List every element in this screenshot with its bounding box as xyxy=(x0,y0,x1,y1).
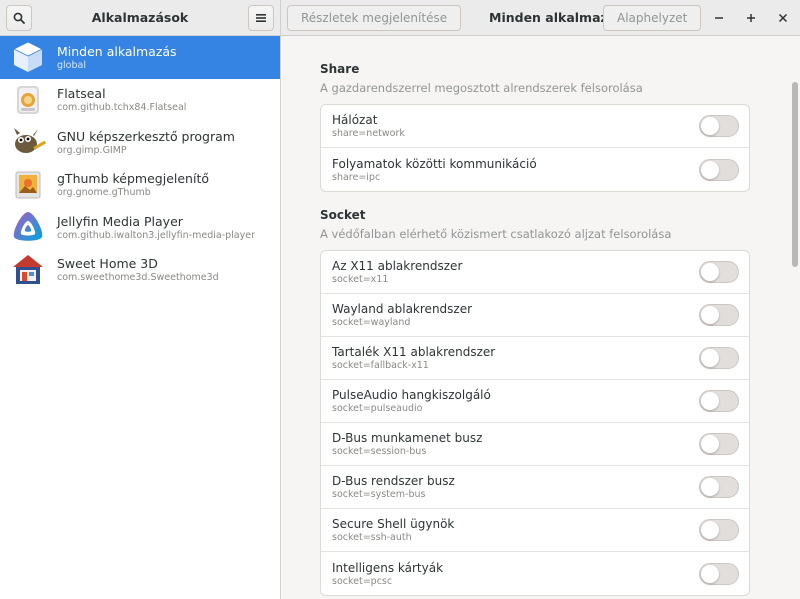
vertical-scrollbar[interactable] xyxy=(792,82,798,267)
sidebar-item-label: Sweet Home 3D xyxy=(57,256,158,272)
permission-title: Folyamatok közötti kommunikáció xyxy=(332,156,537,171)
wayland-toggle[interactable] xyxy=(699,304,739,326)
sidebar-item-id: com.sweethome3d.Sweethome3d xyxy=(57,272,219,284)
reset-button[interactable]: Alaphelyzet xyxy=(603,4,702,31)
ssh-auth-toggle[interactable] xyxy=(699,519,739,541)
ipc-toggle[interactable] xyxy=(699,158,739,181)
permission-key: socket=system-bus xyxy=(332,489,426,500)
gimp-icon xyxy=(8,123,48,161)
x11-toggle[interactable] xyxy=(699,261,739,283)
section-socket: Socket A védőfalban elérhető közismert c… xyxy=(320,208,750,596)
maximize-icon xyxy=(747,13,755,22)
permission-title: Az X11 ablakrendszer xyxy=(332,259,463,273)
close-icon xyxy=(778,13,788,22)
permission-key: socket=ssh-auth xyxy=(332,532,412,543)
section-description: A védőfalban elérhető közismert csatlako… xyxy=(320,227,672,241)
permission-key: socket=pcsc xyxy=(332,575,393,587)
sidebar-item-all-apps[interactable]: Minden alkalmazás global xyxy=(0,36,280,79)
sidebar-item-flatseal[interactable]: Flatseal com.github.tchx84.Flatseal xyxy=(0,79,280,122)
sidebar-item-gthumb[interactable]: gThumb képmegjelenítő org.gnome.gThumb xyxy=(0,164,280,207)
sidebar-header: Alkalmazások xyxy=(0,0,281,36)
permission-key: socket=fallback-x11 xyxy=(332,360,429,371)
hamburger-menu-icon xyxy=(255,13,266,22)
sidebar-title: Alkalmazások xyxy=(91,10,189,25)
permission-title: Intelligens kártyák xyxy=(332,560,444,575)
sidebar-item-id: org.gimp.GIMP xyxy=(57,144,127,156)
system-bus-toggle[interactable] xyxy=(699,476,739,498)
permission-row-fallback-x11: Tartalék X11 ablakrendszer socket=fallba… xyxy=(321,337,749,380)
sidebar-item-gimp[interactable]: GNU képszerkesztő program org.gimp.GIMP xyxy=(0,121,280,164)
search-button[interactable] xyxy=(6,4,32,31)
sweethome-icon xyxy=(8,251,48,289)
permission-title: Tartalék X11 ablakrendszer xyxy=(332,345,496,359)
pcsc-toggle[interactable] xyxy=(699,562,739,585)
permission-row-ssh-auth: Secure Shell ügynök socket=ssh-auth xyxy=(321,509,749,552)
section-share: Share A gazdarendszerrel megosztott alre… xyxy=(320,62,750,192)
permission-title: D-Bus rendszer busz xyxy=(332,474,455,488)
permission-row-wayland: Wayland ablakrendszer socket=wayland xyxy=(321,294,749,337)
section-title: Socket xyxy=(320,208,366,222)
permission-title: Wayland ablakrendszer xyxy=(332,302,473,316)
main-header: Részletek megjelenítése Minden alkalmazá… xyxy=(281,0,800,36)
sidebar-item-label: Jellyfin Media Player xyxy=(57,213,183,229)
close-button[interactable] xyxy=(774,9,792,27)
app-sidebar: Minden alkalmazás global Flatseal com.gi… xyxy=(0,36,281,599)
sidebar-item-label: Flatseal xyxy=(57,86,106,102)
maximize-button[interactable] xyxy=(742,9,760,27)
permission-key: share=network xyxy=(332,128,405,139)
jellyfin-icon xyxy=(8,208,48,246)
fallback-x11-toggle[interactable] xyxy=(699,347,739,369)
permission-row-session-bus: D-Bus munkamenet busz socket=session-bus xyxy=(321,423,749,466)
permission-row-system-bus: D-Bus rendszer busz socket=system-bus xyxy=(321,466,749,509)
permission-key: socket=x11 xyxy=(332,274,389,285)
permission-key: share=ipc xyxy=(332,171,381,183)
session-bus-toggle[interactable] xyxy=(699,433,739,455)
permission-row-x11: Az X11 ablakrendszer socket=x11 xyxy=(321,251,749,294)
permission-title: Hálózat xyxy=(332,113,378,127)
section-description: A gazdarendszerrel megosztott alrendszer… xyxy=(320,81,643,95)
permissions-panel[interactable]: Share A gazdarendszerrel megosztott alre… xyxy=(282,36,800,599)
flatseal-icon xyxy=(8,81,48,119)
minimize-button[interactable] xyxy=(710,9,728,27)
permission-list: Hálózat share=network Folyamatok közötti… xyxy=(320,104,750,192)
header-bar: Alkalmazások Részletek megjelenítése Min… xyxy=(0,0,800,36)
permission-title: D-Bus munkamenet busz xyxy=(332,431,483,445)
show-details-button[interactable]: Részletek megjelenítése xyxy=(287,4,462,31)
permission-row-network: Hálózat share=network xyxy=(321,105,749,148)
permission-key: socket=pulseaudio xyxy=(332,403,423,414)
sidebar-item-id: global xyxy=(57,59,86,71)
sidebar-item-label: Minden alkalmazás xyxy=(57,43,177,59)
sidebar-item-jellyfin[interactable]: Jellyfin Media Player com.github.iwalton… xyxy=(0,206,280,249)
permission-key: socket=wayland xyxy=(332,317,411,328)
section-title: Share xyxy=(320,62,360,76)
search-icon xyxy=(13,12,25,24)
sidebar-item-label: gThumb képmegjelenítő xyxy=(57,171,209,187)
sidebar-item-label: GNU képszerkesztő program xyxy=(57,128,235,144)
permission-row-pcsc: Intelligens kártyák socket=pcsc xyxy=(321,552,749,595)
permission-row-pulseaudio: PulseAudio hangkiszolgáló socket=pulseau… xyxy=(321,380,749,423)
permission-row-ipc: Folyamatok közötti kommunikáció share=ip… xyxy=(321,148,749,191)
sidebar-item-id: org.gnome.gThumb xyxy=(57,187,151,199)
minimize-icon xyxy=(715,16,723,19)
permission-list: Az X11 ablakrendszer socket=x11 Wayland … xyxy=(320,250,750,596)
sidebar-item-id: com.github.iwalton3.jellyfin-media-playe… xyxy=(57,229,255,241)
window-controls xyxy=(710,9,792,27)
permission-title: Secure Shell ügynök xyxy=(332,517,455,531)
permission-title: PulseAudio hangkiszolgáló xyxy=(332,388,491,402)
sidebar-item-id: com.github.tchx84.Flatseal xyxy=(57,102,187,114)
menu-button[interactable] xyxy=(247,4,274,31)
cube-icon xyxy=(8,38,48,76)
network-toggle[interactable] xyxy=(699,115,739,137)
gthumb-icon xyxy=(8,166,48,204)
permission-key: socket=session-bus xyxy=(332,446,427,457)
pulseaudio-toggle[interactable] xyxy=(699,390,739,412)
sidebar-item-sweethome3d[interactable]: Sweet Home 3D com.sweethome3d.Sweethome3… xyxy=(0,249,280,292)
